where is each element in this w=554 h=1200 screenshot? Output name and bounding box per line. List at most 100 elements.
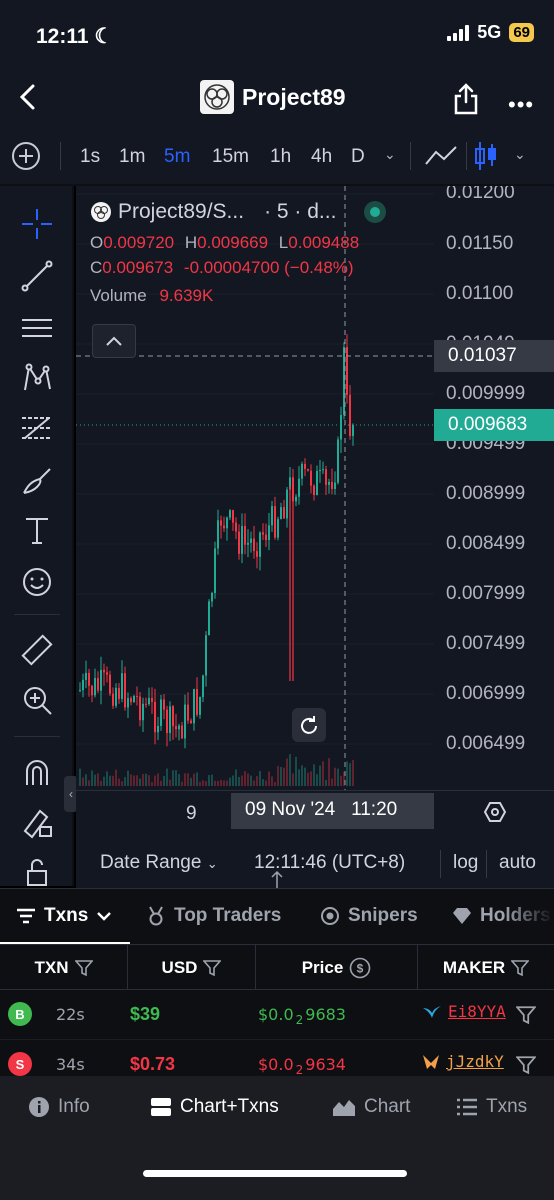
txn-maker[interactable]: Ei8YYA <box>422 1002 506 1021</box>
dollar-toggle-icon[interactable]: $ <box>349 957 371 979</box>
bottom-nav: Info Chart+Txns Chart Txns <box>0 1076 554 1200</box>
candle-body <box>244 526 246 545</box>
candle-body <box>277 519 279 538</box>
candle-body <box>250 538 252 543</box>
time-tick: 9 <box>186 803 197 824</box>
status-time: 12:11 ☾ <box>36 24 113 49</box>
reset-chart-button[interactable] <box>292 708 326 742</box>
volume-bar <box>256 776 258 786</box>
filter-icon[interactable] <box>511 959 530 977</box>
col-txn[interactable]: TXN <box>0 945 128 991</box>
horizontal-lines-icon[interactable] <box>17 308 57 348</box>
tf-5m[interactable]: 5m <box>164 146 190 168</box>
medal-icon <box>149 906 163 926</box>
price-chart[interactable]: Project89/S... · 5 · d... O0.009720 H0.0… <box>76 186 554 888</box>
txn-usd: $39 <box>130 1004 161 1024</box>
tab-snipers[interactable]: Snipers <box>320 905 418 927</box>
candle-body <box>280 507 282 520</box>
tf-4h[interactable]: 4h <box>311 146 332 168</box>
back-icon[interactable] <box>14 82 44 112</box>
volume-bar <box>100 780 102 786</box>
candle-body <box>151 697 153 702</box>
time-axis[interactable]: 9 09 Nov '24 11:20 <box>76 790 554 830</box>
volume-bar <box>325 779 327 786</box>
crosshair-icon[interactable] <box>17 204 57 244</box>
filter-icon[interactable] <box>203 959 222 977</box>
chevron-down-icon[interactable]: ⌄ <box>514 146 526 163</box>
volume-bar <box>160 780 162 786</box>
buy-badge: B <box>8 1002 32 1026</box>
divider <box>14 736 60 737</box>
candle-body <box>268 525 270 541</box>
magnet-icon[interactable] <box>17 752 57 792</box>
price-tick: 0.007999 <box>446 583 526 604</box>
nav-chart-txns[interactable]: Chart+Txns <box>150 1096 279 1118</box>
nav-txns[interactable]: Txns <box>456 1096 527 1118</box>
filter-icon[interactable] <box>516 1005 536 1025</box>
settings-icon[interactable] <box>484 801 506 823</box>
tf-d[interactable]: D <box>351 146 365 168</box>
text-icon[interactable] <box>17 510 57 550</box>
price-scale[interactable]: 0.01200 0.01150 0.01100 0.01049 0.009999… <box>432 186 554 790</box>
nav-label: Chart <box>364 1096 411 1117</box>
filter-icon[interactable] <box>74 959 93 977</box>
tf-15m[interactable]: 15m <box>212 146 249 168</box>
tf-1s[interactable]: 1s <box>80 146 100 168</box>
volume-bar <box>346 761 348 786</box>
tab-txns[interactable]: Txns <box>16 905 112 927</box>
more-icon[interactable]: ••• <box>508 92 534 118</box>
log-toggle[interactable]: log <box>453 852 478 874</box>
volume-bar <box>337 768 339 786</box>
col-price[interactable]: Price $ <box>256 945 418 991</box>
nav-info[interactable]: Info <box>28 1096 90 1118</box>
volume-bar <box>148 775 150 786</box>
volume-bar <box>238 776 240 786</box>
volume-bar <box>328 758 330 786</box>
share-icon[interactable] <box>452 82 480 116</box>
emoji-icon[interactable] <box>17 562 57 602</box>
tabs-fade <box>504 889 554 944</box>
candle-body <box>307 469 309 471</box>
brush-icon[interactable] <box>17 460 57 500</box>
o-value: 0.009720 <box>103 233 175 252</box>
pattern-icon[interactable] <box>17 358 57 398</box>
col-usd[interactable]: USD <box>128 945 256 991</box>
home-indicator <box>143 1170 407 1177</box>
volume-bar <box>304 767 306 786</box>
date-range-button[interactable]: Date Range ⌄ <box>100 852 218 874</box>
volume-bar <box>130 774 132 786</box>
tf-1h[interactable]: 1h <box>270 146 291 168</box>
info-icon <box>29 1097 49 1117</box>
volume-value: 9.639K <box>159 286 214 305</box>
fox-icon <box>423 1054 439 1069</box>
fib-retracement-icon[interactable] <box>17 408 57 448</box>
txn-maker[interactable]: jJzdkY <box>422 1052 504 1071</box>
col-maker[interactable]: MAKER <box>418 945 554 991</box>
volume-bar <box>184 773 186 786</box>
volume-bar <box>106 771 108 786</box>
chevron-down-icon[interactable]: ⌄ <box>384 146 396 163</box>
volume-bar <box>127 770 129 786</box>
candle-body <box>103 669 105 673</box>
last-price-label: 0.009683 <box>434 409 554 441</box>
ruler-icon[interactable] <box>17 630 57 670</box>
candlestick-icon[interactable] <box>474 140 498 172</box>
volume-bar <box>178 774 180 786</box>
candle-body <box>298 478 300 497</box>
candle-body <box>136 696 138 698</box>
tf-1m[interactable]: 1m <box>119 146 145 168</box>
legend-collapse-button[interactable] <box>92 324 136 358</box>
table-row[interactable]: B 22s $39 $0.0 2 9683 Ei8YYA <box>0 990 554 1040</box>
filter-icon[interactable] <box>516 1055 536 1075</box>
lock-drawing-icon[interactable] <box>17 802 57 842</box>
trendline-icon[interactable] <box>17 256 57 296</box>
indicator-line-icon[interactable] <box>424 144 458 168</box>
auto-toggle[interactable]: auto <box>499 852 536 874</box>
tab-top-traders[interactable]: Top Traders <box>146 905 281 927</box>
zoom-in-icon[interactable] <box>17 680 57 720</box>
add-indicator-icon[interactable] <box>12 142 40 170</box>
nav-chart[interactable]: Chart <box>332 1096 410 1118</box>
candle-body <box>286 489 288 519</box>
unlock-icon[interactable] <box>17 852 57 892</box>
txn-table-header: TXN USD Price $ MAKER <box>0 944 554 991</box>
